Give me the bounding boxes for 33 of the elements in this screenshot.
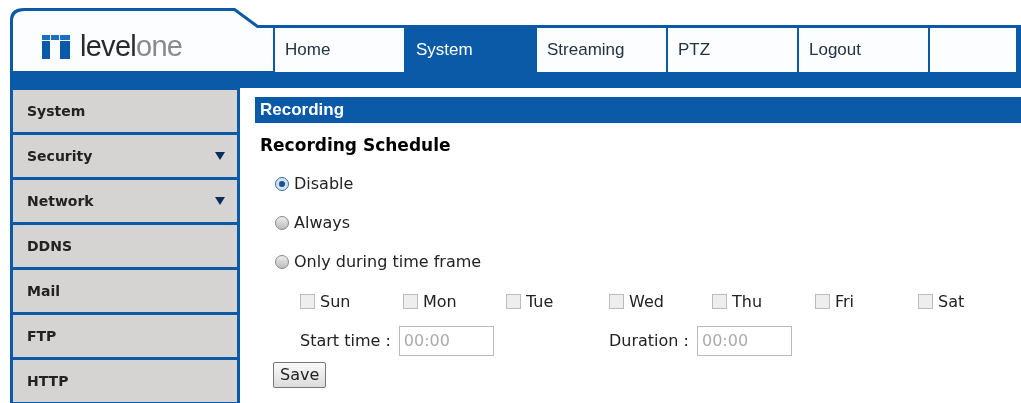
checkbox-label: Wed xyxy=(629,290,664,313)
radio-button[interactable] xyxy=(275,255,289,269)
checkbox-label: Mon xyxy=(423,290,457,313)
sidebar-item[interactable]: DDNS xyxy=(13,225,237,267)
nav-tab[interactable]: Home xyxy=(275,28,406,72)
field-label: Duration : xyxy=(609,329,689,352)
sidebar-item[interactable]: FTP xyxy=(13,315,237,357)
nav-tab[interactable]: Logout xyxy=(799,28,930,72)
nav-tab[interactable]: Streaming xyxy=(537,28,668,72)
checkbox-label: Thu xyxy=(732,290,763,313)
checkbox-label: Fri xyxy=(835,290,855,313)
radio-label: Only during time frame xyxy=(294,251,482,273)
logo-icon xyxy=(42,34,70,59)
checkbox-label: Sat xyxy=(938,290,965,313)
dropdown-arrow-icon xyxy=(215,152,225,160)
sidebar-item[interactable]: Security xyxy=(13,135,237,177)
sidebar-item[interactable]: System xyxy=(13,90,237,132)
field-label: Start time : xyxy=(300,329,391,352)
radio-button[interactable] xyxy=(275,177,289,191)
radio-button[interactable] xyxy=(275,216,289,230)
save-button[interactable]: Save xyxy=(273,361,327,388)
sidebar-item[interactable]: Network xyxy=(13,180,237,222)
logo-text: levelone xyxy=(80,32,183,61)
dropdown-arrow-icon xyxy=(215,197,225,205)
checkbox-label: Tue xyxy=(526,290,554,313)
radio-label: Disable xyxy=(294,173,354,195)
section-heading: Recording Schedule xyxy=(260,134,452,157)
checkbox-label: Sun xyxy=(320,290,351,313)
sidebar-item[interactable]: Mail xyxy=(13,270,237,312)
sidebar-item[interactable]: HTTP xyxy=(13,360,237,402)
panel-title: Recording xyxy=(255,97,1021,123)
nav-tab[interactable]: PTZ xyxy=(668,28,799,72)
radio-label: Always xyxy=(294,212,351,234)
